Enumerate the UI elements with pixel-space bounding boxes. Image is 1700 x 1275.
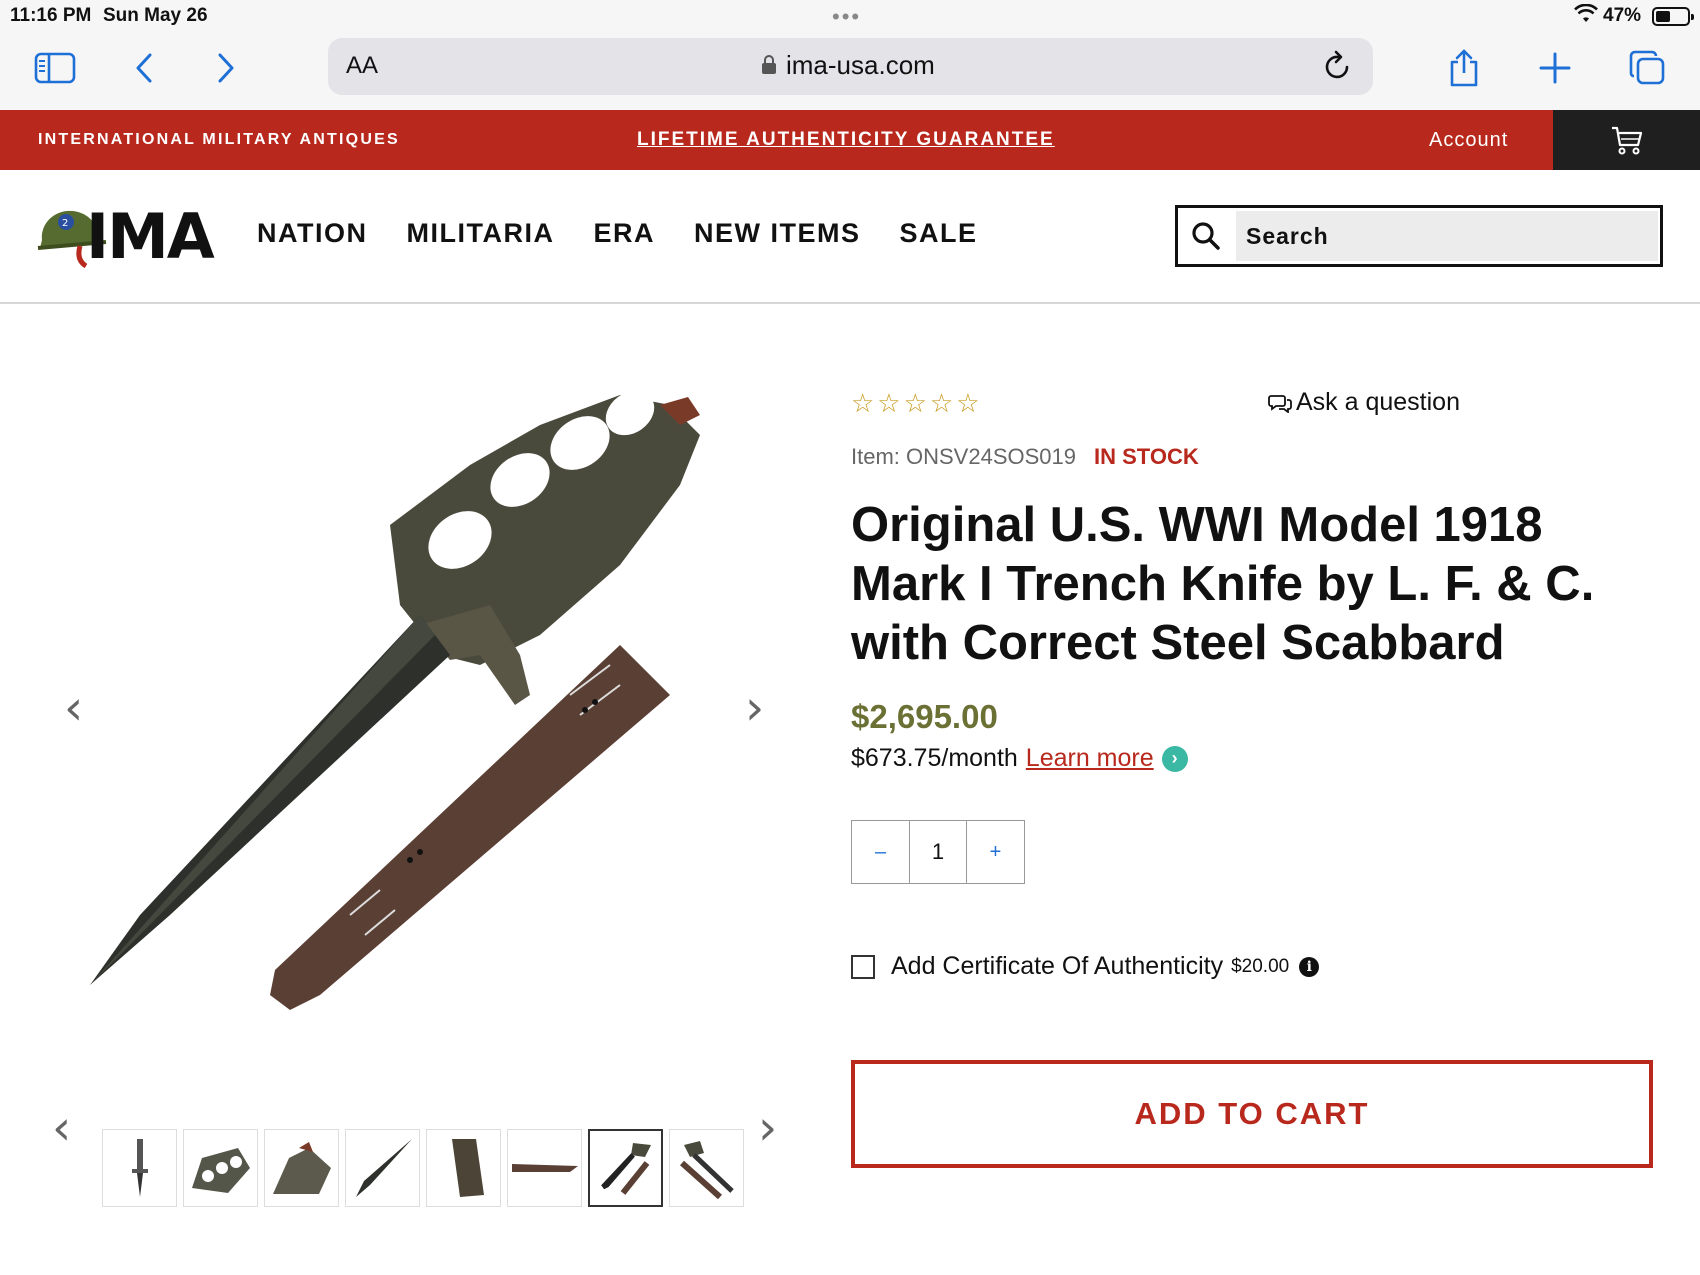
svg-text:2: 2: [62, 218, 68, 229]
nav-era[interactable]: ERA: [593, 218, 655, 249]
cart-button[interactable]: [1553, 110, 1700, 170]
sidebar-icon[interactable]: [33, 46, 77, 90]
learn-more-link[interactable]: Learn more: [1026, 744, 1154, 773]
browser-toolbar: AA ima-usa.com: [0, 32, 1700, 110]
thumbs-prev-icon[interactable]: ‹: [52, 1100, 71, 1156]
chevron-right-icon[interactable]: ›: [1161, 745, 1188, 772]
qty-plus-button[interactable]: +: [967, 821, 1024, 883]
address-bar[interactable]: AA ima-usa.com: [328, 38, 1373, 95]
forward-icon[interactable]: [204, 46, 248, 90]
site-header: 2 IMA NATION MILITARIA ERA NEW ITEMS SAL…: [0, 170, 1700, 304]
thumbnail[interactable]: [102, 1129, 177, 1207]
search-box[interactable]: Search: [1175, 205, 1663, 267]
battery-percent: 47%: [1603, 5, 1642, 26]
rating-stars[interactable]: ☆☆☆☆☆: [851, 388, 983, 419]
reader-aa-button[interactable]: AA: [346, 52, 378, 80]
guarantee-link[interactable]: LIFETIME AUTHENTICITY GUARANTEE: [637, 129, 1055, 151]
coa-checkbox[interactable]: [851, 954, 875, 979]
thumbnail[interactable]: [669, 1129, 744, 1207]
thumbs-next-icon[interactable]: ›: [758, 1100, 777, 1156]
status-date: Sun May 26: [103, 5, 208, 26]
item-number: Item: ONSV24SOS019: [851, 444, 1076, 469]
qty-minus-button[interactable]: –: [852, 821, 909, 883]
status-time: 11:16 PM: [10, 5, 92, 26]
cart-icon: [1611, 126, 1642, 155]
quantity-stepper: – 1 +: [851, 820, 1025, 884]
search-input[interactable]: Search: [1236, 211, 1658, 261]
url-domain: ima-usa.com: [786, 50, 935, 80]
new-tab-icon[interactable]: [1533, 46, 1577, 90]
ima-logo[interactable]: 2 IMA: [36, 198, 216, 273]
logo-text: IMA: [86, 200, 215, 273]
stock-status: IN STOCK: [1094, 444, 1199, 469]
coa-option: Add Certificate Of Authenticity $20.00 i: [851, 952, 1320, 981]
account-link[interactable]: Account: [1429, 129, 1508, 152]
item-meta: Item: ONSV24SOS019 IN STOCK: [851, 444, 1199, 470]
thumbnail-strip: [102, 1129, 744, 1207]
nav-new-items[interactable]: NEW ITEMS: [694, 218, 861, 249]
status-bar: 11:16 PM Sun May 26 ••• 47%: [0, 0, 1700, 32]
thumbnail[interactable]: [264, 1129, 339, 1207]
add-to-cart-button[interactable]: ADD TO CART: [851, 1060, 1653, 1168]
nav-sale[interactable]: SALE: [900, 218, 978, 249]
multitask-dots-icon[interactable]: •••: [832, 4, 861, 30]
thumbnail[interactable]: [183, 1129, 258, 1207]
ask-question-link[interactable]: Ask a question: [1268, 388, 1460, 417]
coa-fee: $20.00: [1231, 955, 1290, 977]
promo-bar: INTERNATIONAL MILITARY ANTIQUES LIFETIME…: [0, 110, 1700, 170]
product-gallery: ‹ › ‹ ›: [40, 330, 800, 1250]
battery-icon: [1652, 7, 1694, 26]
nav-nation[interactable]: NATION: [257, 218, 368, 249]
product-title: Original U.S. WWI Model 1918 Mark I Tren…: [851, 498, 1595, 670]
coa-label: Add Certificate Of Authenticity: [891, 952, 1224, 980]
main-nav: NATION MILITARIA ERA NEW ITEMS SALE: [257, 218, 978, 249]
thumbnail-active[interactable]: [588, 1129, 663, 1207]
ask-question-label: Ask a question: [1296, 388, 1460, 416]
wifi-icon: [1574, 3, 1598, 30]
thumbnail[interactable]: [507, 1129, 582, 1207]
product-price: $2,695.00: [851, 698, 998, 735]
back-icon[interactable]: [122, 46, 166, 90]
info-icon[interactable]: i: [1299, 956, 1320, 977]
tabs-overview-icon[interactable]: [1625, 46, 1669, 90]
lock-icon: [761, 55, 777, 80]
chat-bubble-icon: [1268, 394, 1292, 413]
thumbnail[interactable]: [345, 1129, 420, 1207]
search-icon[interactable]: [1178, 208, 1234, 264]
nav-militaria[interactable]: MILITARIA: [407, 218, 555, 249]
site-tagline: INTERNATIONAL MILITARY ANTIQUES: [38, 131, 400, 148]
monthly-price: $673.75/month: [851, 744, 1018, 772]
qty-input[interactable]: 1: [909, 821, 967, 883]
share-icon[interactable]: [1442, 46, 1486, 90]
financing-line: $673.75/month Learn more ›: [851, 744, 1188, 773]
trench-knife-image: [90, 390, 700, 1010]
reload-icon[interactable]: [1324, 50, 1352, 85]
thumbnail[interactable]: [426, 1129, 501, 1207]
